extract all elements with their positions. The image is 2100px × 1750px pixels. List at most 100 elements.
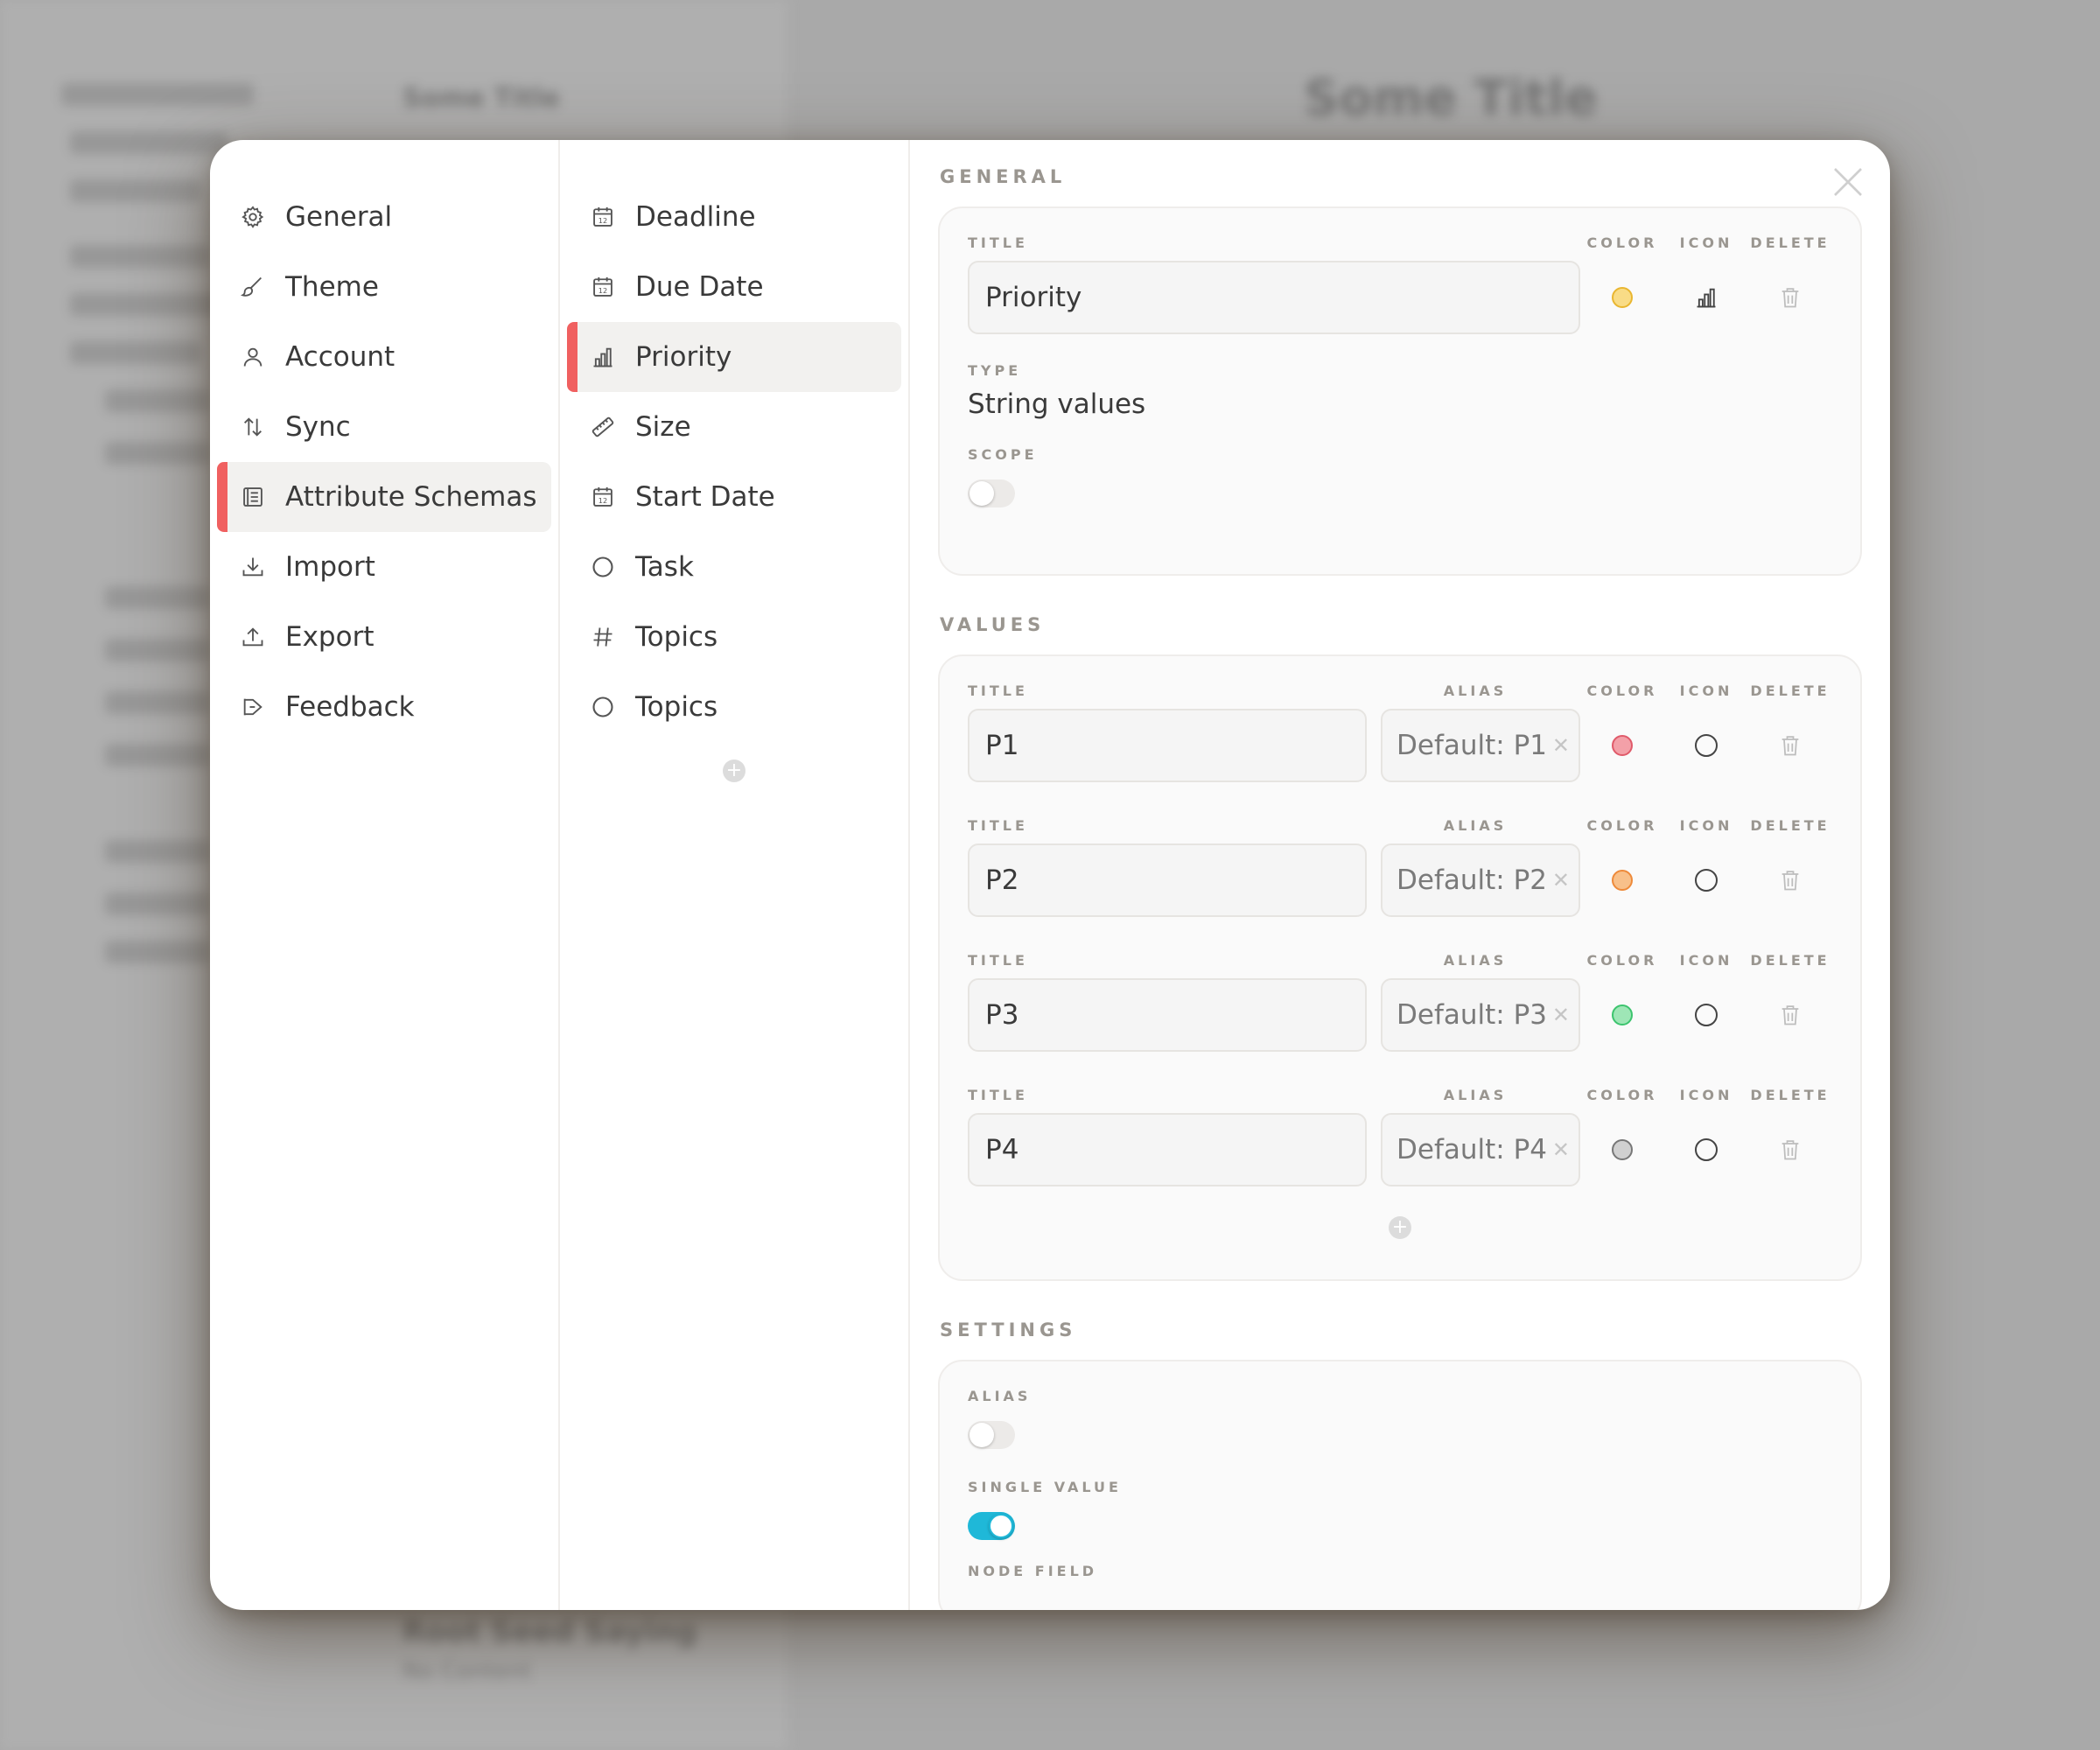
values-section-title: VALUES bbox=[940, 614, 1046, 635]
schema-item-label: Topics bbox=[635, 691, 718, 723]
scope-toggle[interactable] bbox=[968, 480, 1015, 508]
list-icon bbox=[240, 484, 266, 510]
value-row: TITLE ALIAS COLOR ICON DELETE P3 Default… bbox=[968, 952, 1832, 1052]
trash-icon[interactable] bbox=[1778, 1003, 1802, 1027]
clear-icon[interactable]: ✕ bbox=[1552, 733, 1570, 758]
sync-arrows-icon bbox=[240, 414, 266, 440]
schema-item-topics[interactable]: Topics bbox=[567, 602, 901, 672]
value-color-button[interactable] bbox=[1612, 870, 1633, 891]
background-line bbox=[70, 131, 228, 154]
value-delete-label: DELETE bbox=[1750, 817, 1830, 834]
schema-item-due-date[interactable]: 12 Due Date bbox=[567, 252, 901, 322]
value-alias-input[interactable]: Default: P1 ✕ bbox=[1381, 709, 1580, 782]
value-alias-label: ALIAS bbox=[1443, 952, 1508, 969]
delete-label: DELETE bbox=[1750, 234, 1830, 251]
trash-icon[interactable] bbox=[1778, 285, 1802, 310]
alias-toggle[interactable] bbox=[968, 1421, 1015, 1449]
alias-placeholder: Default: P4 bbox=[1396, 1134, 1547, 1166]
alias-placeholder: Default: P3 bbox=[1396, 999, 1547, 1031]
bar-chart-icon[interactable] bbox=[1694, 285, 1718, 310]
value-title-input[interactable]: P1 bbox=[968, 709, 1367, 782]
add-schema-button[interactable]: + bbox=[723, 760, 746, 782]
megaphone-icon bbox=[240, 694, 266, 720]
nav-item-general[interactable]: General bbox=[217, 182, 551, 252]
value-icon-label: ICON bbox=[1679, 1087, 1733, 1103]
download-icon bbox=[240, 554, 266, 580]
value-row: TITLE ALIAS COLOR ICON DELETE P4 Default… bbox=[968, 1087, 1832, 1186]
scope-label: SCOPE bbox=[968, 446, 1038, 463]
gear-icon bbox=[240, 204, 266, 230]
nav-item-import[interactable]: Import bbox=[217, 532, 551, 602]
type-value: String values bbox=[968, 388, 1146, 420]
schema-item-start-date[interactable]: 12 Start Date bbox=[567, 462, 901, 532]
trash-icon[interactable] bbox=[1778, 868, 1802, 892]
nav-item-export[interactable]: Export bbox=[217, 602, 551, 672]
background-line bbox=[105, 892, 210, 915]
color-label: COLOR bbox=[1586, 234, 1658, 251]
schema-item-task[interactable]: Task bbox=[567, 532, 901, 602]
schema-item-label: Size bbox=[635, 411, 691, 443]
circle-icon[interactable] bbox=[1695, 734, 1718, 757]
value-color-label: COLOR bbox=[1586, 682, 1658, 699]
schema-item-deadline[interactable]: 12 Deadline bbox=[567, 182, 901, 252]
calendar-icon: 12 bbox=[590, 484, 616, 510]
ruler-icon bbox=[590, 414, 616, 440]
schema-title-input[interactable]: Priority bbox=[968, 261, 1580, 334]
schema-item-priority[interactable]: Priority bbox=[567, 322, 901, 392]
background-bottom-title: Root Seed Saying bbox=[402, 1614, 697, 1649]
trash-icon[interactable] bbox=[1778, 733, 1802, 758]
background-line bbox=[70, 293, 219, 316]
svg-text:12: 12 bbox=[598, 286, 607, 295]
value-title-label: TITLE bbox=[968, 682, 1028, 699]
alias-placeholder: Default: P1 bbox=[1396, 730, 1547, 761]
upload-icon bbox=[240, 624, 266, 650]
nav-item-feedback[interactable]: Feedback bbox=[217, 672, 551, 742]
schema-item-size[interactable]: Size bbox=[567, 392, 901, 462]
clear-icon[interactable]: ✕ bbox=[1552, 1003, 1570, 1027]
value-color-label: COLOR bbox=[1586, 817, 1658, 834]
circle-icon[interactable] bbox=[1695, 1004, 1718, 1026]
clear-icon[interactable]: ✕ bbox=[1552, 868, 1570, 892]
circle-icon[interactable] bbox=[1695, 869, 1718, 892]
value-title-input[interactable]: P2 bbox=[968, 844, 1367, 917]
schema-item-label: Priority bbox=[635, 341, 732, 373]
add-value-button[interactable]: + bbox=[1389, 1216, 1411, 1239]
nav-item-attribute-schemas[interactable]: Attribute Schemas bbox=[217, 462, 551, 532]
nav-item-theme[interactable]: Theme bbox=[217, 252, 551, 322]
value-alias-input[interactable]: Default: P4 ✕ bbox=[1381, 1113, 1580, 1186]
schema-item-topics-2[interactable]: Topics bbox=[567, 672, 901, 742]
value-title-input[interactable]: P4 bbox=[968, 1113, 1367, 1186]
value-delete-label: DELETE bbox=[1750, 682, 1830, 699]
nav-item-label: Theme bbox=[285, 271, 379, 303]
toggle-knob bbox=[970, 481, 994, 506]
single-value-toggle[interactable] bbox=[968, 1512, 1015, 1540]
value-icon-label: ICON bbox=[1679, 952, 1733, 969]
clear-icon[interactable]: ✕ bbox=[1552, 1138, 1570, 1162]
value-color-button[interactable] bbox=[1612, 1139, 1633, 1160]
value-color-button[interactable] bbox=[1612, 735, 1633, 756]
trash-icon[interactable] bbox=[1778, 1138, 1802, 1162]
close-icon[interactable] bbox=[1830, 164, 1866, 200]
nav-item-sync[interactable]: Sync bbox=[217, 392, 551, 462]
value-alias-input[interactable]: Default: P2 ✕ bbox=[1381, 844, 1580, 917]
title-label: TITLE bbox=[968, 234, 1028, 251]
value-color-label: COLOR bbox=[1586, 1087, 1658, 1103]
value-title-input[interactable]: P3 bbox=[968, 978, 1367, 1052]
value-title-label: TITLE bbox=[968, 817, 1028, 834]
schema-item-label: Due Date bbox=[635, 271, 764, 303]
nav-item-account[interactable]: Account bbox=[217, 322, 551, 392]
svg-text:12: 12 bbox=[598, 216, 607, 225]
value-title-label: TITLE bbox=[968, 1087, 1028, 1103]
general-section-title: GENERAL bbox=[940, 166, 1067, 187]
background-line bbox=[105, 442, 210, 465]
brush-icon bbox=[240, 274, 266, 300]
hash-icon bbox=[590, 624, 616, 650]
value-color-button[interactable] bbox=[1612, 1004, 1633, 1026]
general-card: TITLE COLOR ICON DELETE Priority TYPE St… bbox=[938, 206, 1862, 576]
schema-detail: GENERAL TITLE COLOR ICON DELETE Priority bbox=[910, 140, 1890, 1610]
settings-section-title: SETTINGS bbox=[940, 1320, 1077, 1340]
color-picker-button[interactable] bbox=[1612, 287, 1633, 308]
value-alias-input[interactable]: Default: P3 ✕ bbox=[1381, 978, 1580, 1052]
circle-icon[interactable] bbox=[1695, 1138, 1718, 1161]
value-delete-label: DELETE bbox=[1750, 1087, 1830, 1103]
